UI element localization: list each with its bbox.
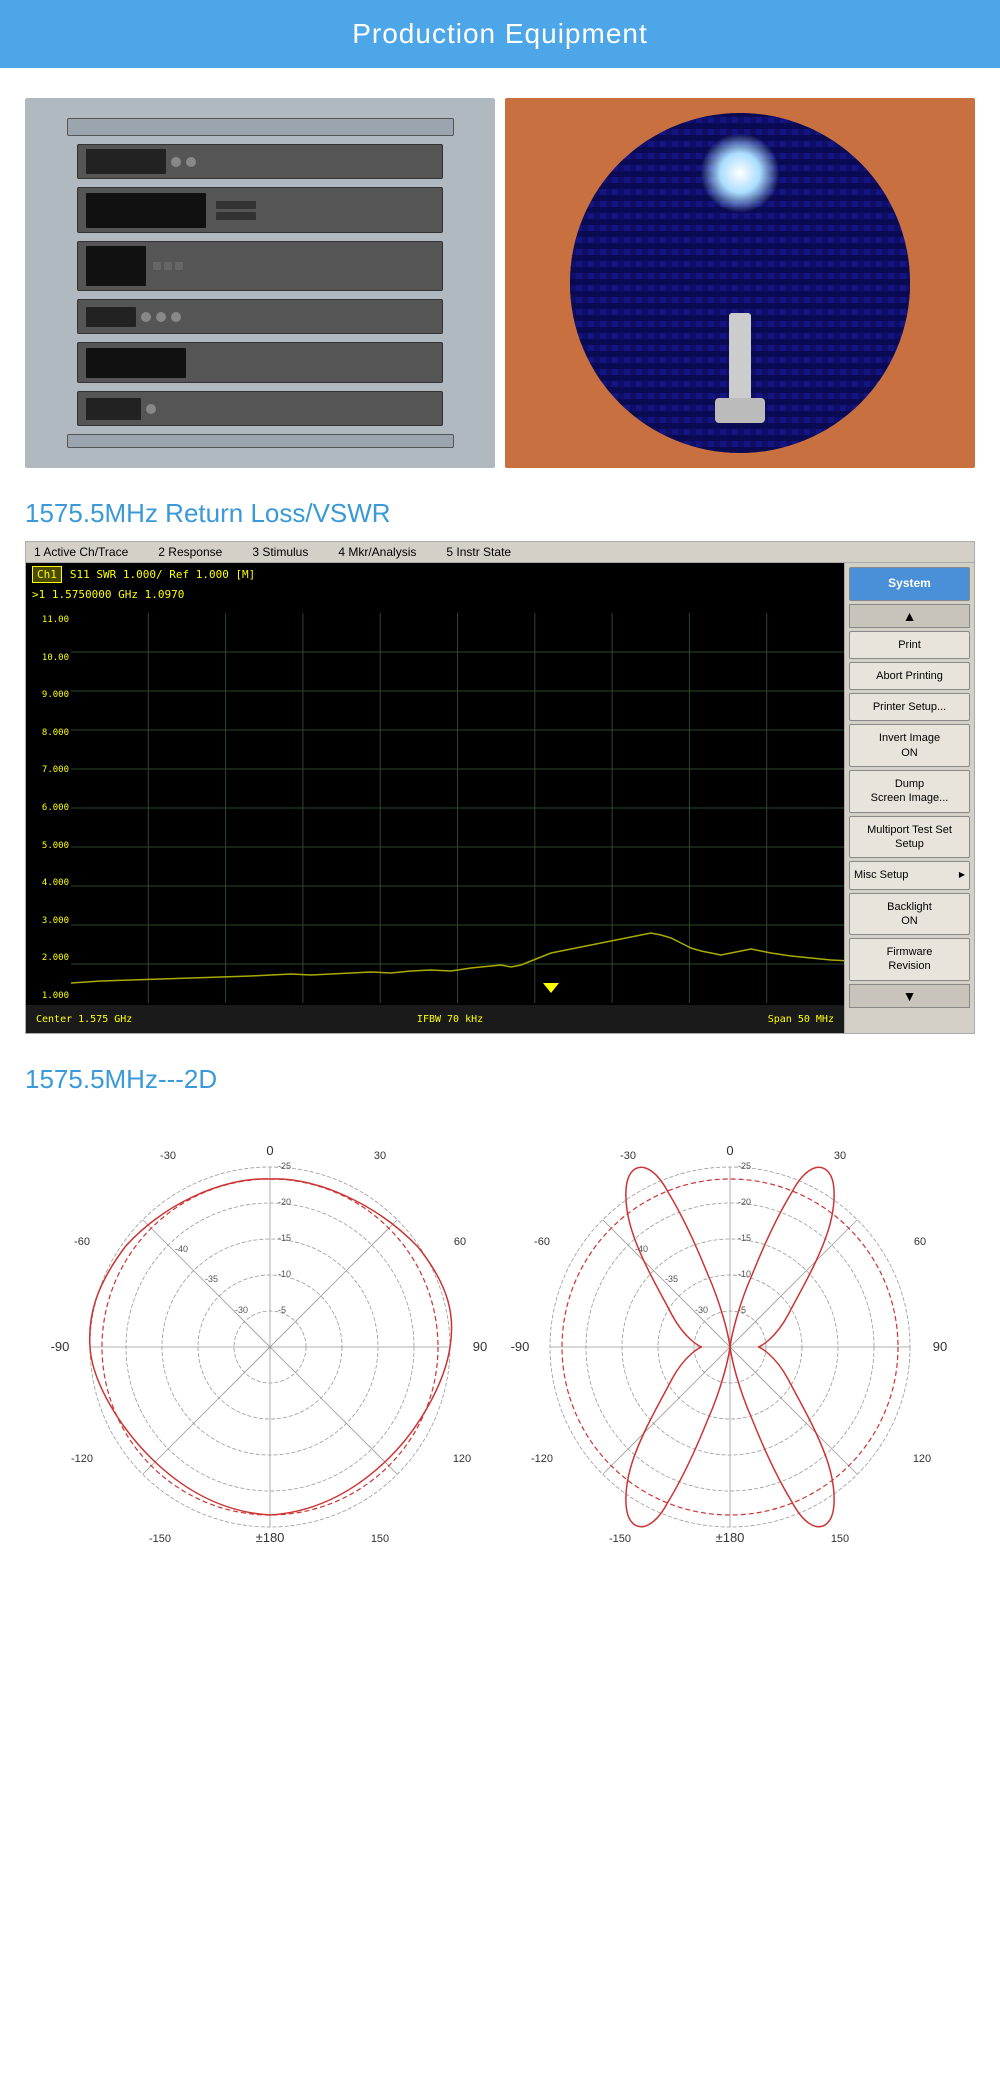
svg-text:-25: -25 xyxy=(738,1161,751,1171)
vna-menu-1[interactable]: 1 Active Ch/Trace xyxy=(34,545,128,559)
vna-bottom-bar: Center 1.575 GHz IFBW 70 kHz Span 50 MHz xyxy=(26,1005,844,1033)
svg-text:30: 30 xyxy=(374,1150,386,1162)
vna-print-button[interactable]: Print xyxy=(849,631,970,659)
svg-text:-20: -20 xyxy=(738,1197,751,1207)
page-title: Production Equipment xyxy=(0,18,1000,50)
svg-text:-10: -10 xyxy=(738,1269,751,1279)
svg-text:-90: -90 xyxy=(511,1339,530,1354)
vna-scroll-up-button[interactable]: ▲ xyxy=(849,604,970,628)
2d-section-label: 1575.5MHz---2D xyxy=(0,1054,1000,1107)
vna-scroll-down-button[interactable]: ▼ xyxy=(849,984,970,1008)
vna-menu-3[interactable]: 3 Stimulus xyxy=(252,545,308,559)
vna-center-freq: Center 1.575 GHz xyxy=(36,1014,132,1025)
svg-text:-5: -5 xyxy=(278,1305,286,1315)
vna-printer-setup-button[interactable]: Printer Setup... xyxy=(849,693,970,721)
svg-text:-30: -30 xyxy=(695,1305,708,1315)
photos-section xyxy=(0,68,1000,488)
vswr-section-label: 1575.5MHz Return Loss/VSWR xyxy=(0,488,1000,541)
vna-system-button[interactable]: System xyxy=(849,567,970,601)
svg-text:150: 150 xyxy=(371,1533,389,1545)
svg-text:-60: -60 xyxy=(74,1236,90,1248)
vna-dump-screen-button[interactable]: Dump Screen Image... xyxy=(849,770,970,813)
vna-body: Ch1 S11 SWR 1.000/ Ref 1.000 [M] >1 1.57… xyxy=(26,563,974,1033)
vna-menu-5[interactable]: 5 Instr State xyxy=(446,545,511,559)
vna-trace-svg xyxy=(71,613,844,1003)
vna-span: Span 50 MHz xyxy=(768,1014,834,1025)
polar-chart-2-svg: 0 ±180 -90 90 -30 30 -60 60 -120 120 -15… xyxy=(510,1127,950,1567)
equipment-rack-photo xyxy=(25,98,495,468)
svg-text:-35: -35 xyxy=(665,1274,678,1284)
vna-y-axis: 11.00 10.00 9.000 8.000 7.000 6.000 5.00… xyxy=(26,613,71,1003)
vna-misc-setup-button[interactable]: Misc Setup ▶ xyxy=(849,861,970,889)
svg-text:-40: -40 xyxy=(175,1244,188,1254)
svg-text:-60: -60 xyxy=(534,1236,550,1248)
svg-text:-20: -20 xyxy=(278,1197,291,1207)
svg-text:±180: ±180 xyxy=(256,1530,285,1545)
vna-invert-image-button[interactable]: Invert Image ON xyxy=(849,724,970,767)
svg-text:90: 90 xyxy=(473,1339,487,1354)
vna-ifbw: IFBW 70 kHz xyxy=(417,1014,483,1025)
svg-text:90: 90 xyxy=(933,1339,947,1354)
vna-marker-text: >1 1.5750000 GHz 1.0970 xyxy=(26,586,844,603)
svg-text:-150: -150 xyxy=(149,1533,171,1545)
svg-text:-15: -15 xyxy=(278,1233,291,1243)
svg-text:0: 0 xyxy=(726,1143,733,1158)
vna-sidebar: System ▲ Print Abort Printing Printer Se… xyxy=(844,563,974,1033)
svg-text:-30: -30 xyxy=(620,1150,636,1162)
polar-charts-container: 0 ±180 -90 90 -30 30 -60 60 -120 120 -15… xyxy=(0,1127,1000,1567)
svg-text:-25: -25 xyxy=(278,1161,291,1171)
polar-chart-1-svg: 0 ±180 -90 90 -30 30 -60 60 -120 120 -15… xyxy=(50,1127,490,1567)
svg-text:-120: -120 xyxy=(531,1453,553,1465)
vna-plot-header: S11 SWR 1.000/ Ref 1.000 [M] xyxy=(70,568,255,581)
vna-menu-2[interactable]: 2 Response xyxy=(158,545,222,559)
svg-text:-35: -35 xyxy=(205,1274,218,1284)
vna-abort-printing-button[interactable]: Abort Printing xyxy=(849,662,970,690)
anechoic-chamber-photo xyxy=(505,98,975,468)
vna-menu-bar: 1 Active Ch/Trace 2 Response 3 Stimulus … xyxy=(26,542,974,563)
svg-text:60: 60 xyxy=(914,1236,926,1248)
svg-text:120: 120 xyxy=(913,1453,931,1465)
svg-text:-10: -10 xyxy=(278,1269,291,1279)
page-header: Production Equipment xyxy=(0,0,1000,68)
svg-text:0: 0 xyxy=(266,1143,273,1158)
svg-text:60: 60 xyxy=(454,1236,466,1248)
svg-text:-30: -30 xyxy=(160,1150,176,1162)
svg-text:150: 150 xyxy=(831,1533,849,1545)
svg-text:-90: -90 xyxy=(51,1339,70,1354)
vna-firmware-button[interactable]: Firmware Revision xyxy=(849,938,970,981)
vna-backlight-button[interactable]: Backlight ON xyxy=(849,893,970,936)
svg-text:±180: ±180 xyxy=(716,1530,745,1545)
polar-chart-1: 0 ±180 -90 90 -30 30 -60 60 -120 120 -15… xyxy=(50,1127,490,1567)
svg-text:120: 120 xyxy=(453,1453,471,1465)
vna-container: 1 Active Ch/Trace 2 Response 3 Stimulus … xyxy=(25,541,975,1034)
svg-text:-120: -120 xyxy=(71,1453,93,1465)
svg-text:30: 30 xyxy=(834,1150,846,1162)
svg-text:-150: -150 xyxy=(609,1533,631,1545)
vna-multiport-button[interactable]: Multiport Test Set Setup xyxy=(849,816,970,859)
svg-text:-15: -15 xyxy=(738,1233,751,1243)
svg-text:-30: -30 xyxy=(235,1305,248,1315)
vna-menu-4[interactable]: 4 Mkr/Analysis xyxy=(338,545,416,559)
vna-channel-label: Ch1 xyxy=(32,566,62,583)
polar-chart-2: 0 ±180 -90 90 -30 30 -60 60 -120 120 -15… xyxy=(510,1127,950,1567)
vna-plot: Ch1 S11 SWR 1.000/ Ref 1.000 [M] >1 1.57… xyxy=(26,563,844,1033)
